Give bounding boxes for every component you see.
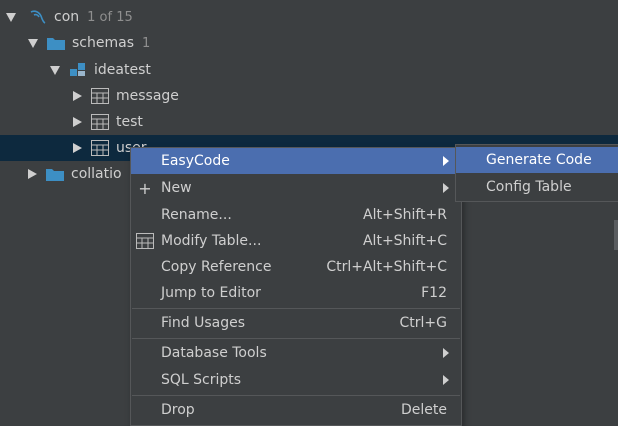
table-icon (90, 138, 110, 158)
scrollbar-thumb[interactable] (614, 220, 618, 250)
menu-item-label: Drop (161, 402, 195, 418)
root-count: 1 of 15 (87, 9, 133, 25)
menu-item-new[interactable]: + New (131, 175, 461, 201)
submenu-arrow-icon (443, 156, 449, 166)
menu-separator (132, 395, 460, 396)
table-icon (90, 112, 110, 132)
menu-item-rename[interactable]: Rename... Alt+Shift+R (131, 202, 461, 228)
table-label: message (116, 88, 179, 104)
menu-item-label: Jump to Editor (161, 285, 261, 301)
menu-item-modify-table[interactable]: Modify Table... Alt+Shift+C (131, 228, 461, 254)
table-icon (90, 86, 110, 106)
expand-arrow-icon[interactable] (28, 169, 37, 179)
menu-item-jump-to-editor[interactable]: Jump to Editor F12 (131, 280, 461, 306)
submenu-item-config-table[interactable]: Config Table (456, 174, 618, 200)
menu-item-shortcut: Alt+Shift+C (362, 233, 447, 249)
menu-item-label: Database Tools (161, 345, 267, 361)
menu-item-label: Copy Reference (161, 259, 272, 275)
expand-arrow-icon[interactable] (28, 38, 38, 48)
db-label: ideatest (94, 62, 151, 78)
folder-icon (45, 164, 65, 184)
folder-icon (46, 33, 66, 53)
root-label: con (54, 9, 80, 25)
menu-item-database-tools[interactable]: Database Tools (131, 340, 461, 366)
submenu-item-label: Config Table (486, 179, 572, 195)
menu-item-find-usages[interactable]: Find Usages Ctrl+G (131, 310, 461, 336)
menu-item-copy-reference[interactable]: Copy Reference Ctrl+Alt+Shift+C (131, 254, 461, 280)
expand-arrow-icon[interactable] (73, 117, 82, 127)
menu-item-drop[interactable]: Drop Delete (131, 397, 461, 423)
submenu-item-generate-code[interactable]: Generate Code (456, 147, 618, 173)
submenu-arrow-icon (443, 348, 449, 358)
menu-separator (132, 338, 460, 339)
mysql-dolphin-icon (28, 7, 48, 27)
tree-row-table[interactable]: message (0, 83, 618, 109)
plus-icon: + (138, 178, 152, 198)
tree-row-table[interactable]: test (0, 109, 618, 135)
menu-item-label: SQL Scripts (161, 372, 242, 388)
menu-item-label: Rename... (161, 207, 232, 223)
submenu-arrow-icon (443, 375, 449, 385)
easycode-submenu: Generate Code Config Table (455, 144, 618, 202)
menu-separator (132, 308, 460, 309)
tree-row-root[interactable]: con 1 of 15 (0, 4, 618, 30)
submenu-arrow-icon (443, 183, 449, 193)
tree-row-schemas[interactable]: schemas 1 (0, 30, 618, 56)
table-icon (135, 231, 155, 251)
menu-item-shortcut: Ctrl+Alt+Shift+C (326, 259, 447, 275)
menu-item-label: Modify Table... (161, 233, 262, 249)
schemas-label: schemas (72, 35, 134, 51)
menu-item-shortcut: Alt+Shift+R (363, 207, 447, 223)
expand-arrow-icon[interactable] (50, 65, 60, 75)
menu-item-label: New (161, 180, 192, 196)
menu-item-shortcut: Ctrl+G (399, 315, 448, 331)
table-label: test (116, 114, 143, 130)
menu-item-label: Find Usages (161, 315, 246, 331)
submenu-item-label: Generate Code (486, 152, 592, 168)
menu-item-shortcut: Delete (401, 402, 447, 418)
context-menu: EasyCode + New Rename... Alt+Shift+R Mod… (130, 147, 462, 426)
expand-arrow-icon[interactable] (73, 91, 82, 101)
collations-label: collatio (71, 166, 122, 182)
expand-arrow-icon[interactable] (6, 12, 16, 22)
tree-row-db[interactable]: ideatest (0, 57, 618, 83)
expand-arrow-icon[interactable] (73, 143, 82, 153)
menu-item-shortcut: F12 (421, 285, 447, 301)
menu-item-label: EasyCode (161, 153, 230, 169)
schemas-count: 1 (142, 35, 151, 51)
schema-icon (68, 60, 88, 80)
menu-item-easycode[interactable]: EasyCode (131, 148, 461, 174)
menu-item-sql-scripts[interactable]: SQL Scripts (131, 367, 461, 393)
